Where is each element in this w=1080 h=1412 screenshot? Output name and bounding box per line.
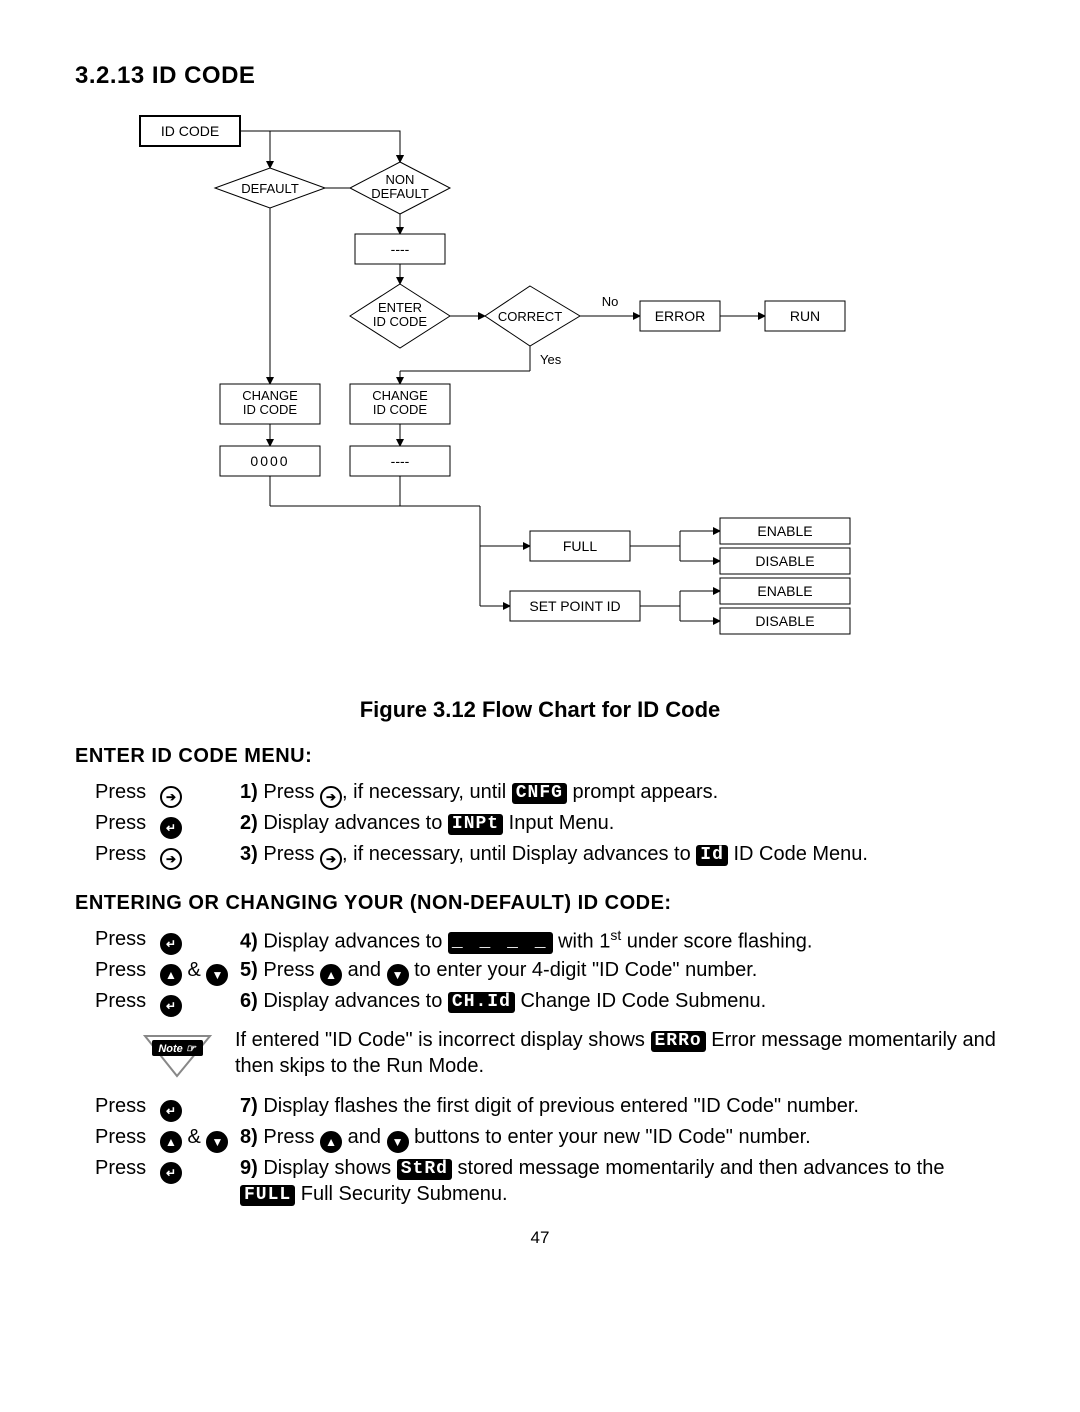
svg-text:----: ----: [391, 241, 410, 257]
note-block: Note ☞ If entered "ID Code" is incorrect…: [95, 1027, 1005, 1079]
svg-text:0000: 0000: [250, 453, 289, 469]
enter-icon: ↵: [160, 817, 182, 839]
menu-icon: ➔: [160, 848, 182, 870]
flowchart-svg: ID CODE DEFAULT NON DEFAULT ---- ENTER I…: [100, 106, 950, 686]
lcd-cnfg: CNFG: [512, 783, 567, 805]
steps-block-2: Press ↵ 4) Display advances to _ _ _ _ w…: [95, 926, 1005, 1207]
down-icon: ▼: [387, 1131, 409, 1153]
lcd-erro: ERRo: [651, 1031, 706, 1053]
svg-text:RUN: RUN: [790, 308, 820, 324]
lcd-full: FULL: [240, 1185, 295, 1207]
step-3: 3) Press ➔, if necessary, until Display …: [240, 841, 1005, 870]
step-7: 7) Display flashes the first digit of pr…: [240, 1093, 1005, 1119]
up-icon: ▲: [320, 1131, 342, 1153]
enter-icon: ↵: [160, 1100, 182, 1122]
note-icon: Note ☞: [140, 1031, 215, 1079]
svg-text:ID CODE: ID CODE: [373, 402, 428, 417]
svg-text:DISABLE: DISABLE: [755, 613, 814, 629]
step-6: 6) Display advances to CH.Id Change ID C…: [240, 988, 1005, 1014]
step-1: 1) Press ➔, if necessary, until CNFG pro…: [240, 779, 1005, 808]
section-title: 3.2.13 ID CODE: [75, 60, 1005, 91]
lcd-chid: CH.Id: [448, 992, 515, 1014]
svg-text:CHANGE: CHANGE: [372, 388, 428, 403]
page-number: 47: [75, 1227, 1005, 1249]
svg-text:NON: NON: [386, 172, 415, 187]
press-label: Press: [95, 957, 160, 983]
step-8: 8) Press ▲ and ▼ buttons to enter your n…: [240, 1124, 1005, 1153]
svg-text:DEFAULT: DEFAULT: [371, 186, 429, 201]
menu-icon: ➔: [160, 786, 182, 808]
svg-text:ID CODE: ID CODE: [373, 314, 428, 329]
press-label: Press: [95, 779, 160, 805]
step-2: 2) Display advances to INPt Input Menu.: [240, 810, 1005, 836]
svg-text:DISABLE: DISABLE: [755, 553, 814, 569]
svg-text:DEFAULT: DEFAULT: [241, 181, 299, 196]
svg-text:CHANGE: CHANGE: [242, 388, 298, 403]
svg-text:Yes: Yes: [540, 352, 562, 367]
lcd-inpt: INPt: [448, 814, 503, 836]
svg-text:ID CODE: ID CODE: [161, 123, 219, 139]
step-9: 9) Display shows StRd stored message mom…: [240, 1155, 1005, 1207]
subheading-changing: ENTERING OR CHANGING YOUR (NON-DEFAULT) …: [75, 890, 1005, 916]
svg-text:ENABLE: ENABLE: [757, 583, 812, 599]
steps-block-1: Press ➔ 1) Press ➔, if necessary, until …: [95, 779, 1005, 870]
up-icon: ▲: [160, 964, 182, 986]
press-label: Press: [95, 1093, 160, 1119]
svg-text:FULL: FULL: [563, 538, 597, 554]
down-icon: ▼: [206, 1131, 228, 1153]
svg-text:----: ----: [391, 453, 410, 469]
step-5: 5) Press ▲ and ▼ to enter your 4-digit "…: [240, 957, 1005, 986]
svg-text:ENTER: ENTER: [378, 300, 422, 315]
down-icon: ▼: [387, 964, 409, 986]
figure-caption: Figure 3.12 Flow Chart for ID Code: [75, 696, 1005, 725]
press-label: Press: [95, 810, 160, 836]
up-icon: ▲: [320, 964, 342, 986]
subheading-enter-menu: ENTER ID CODE MENU:: [75, 743, 1005, 769]
lcd-strd: StRd: [397, 1159, 452, 1181]
enter-icon: ↵: [160, 995, 182, 1017]
flowchart: ID CODE DEFAULT NON DEFAULT ---- ENTER I…: [100, 106, 950, 686]
menu-icon: ➔: [320, 848, 342, 870]
svg-text:Note ☞: Note ☞: [158, 1043, 197, 1055]
press-label: Press: [95, 926, 160, 952]
press-label: Press: [95, 1155, 160, 1181]
down-icon: ▼: [206, 964, 228, 986]
svg-text:ID CODE: ID CODE: [243, 402, 298, 417]
enter-icon: ↵: [160, 933, 182, 955]
note-text: If entered "ID Code" is incorrect displa…: [235, 1027, 1005, 1079]
svg-text:No: No: [602, 294, 619, 309]
enter-icon: ↵: [160, 1162, 182, 1184]
svg-text:ENABLE: ENABLE: [757, 523, 812, 539]
lcd-id: Id: [696, 845, 728, 867]
lcd-blank: _ _ _ _: [448, 932, 553, 954]
press-label: Press: [95, 841, 160, 867]
svg-text:SET POINT ID: SET POINT ID: [529, 598, 620, 614]
press-label: Press: [95, 1124, 160, 1150]
up-icon: ▲: [160, 1131, 182, 1153]
menu-icon: ➔: [320, 786, 342, 808]
step-4: 4) Display advances to _ _ _ _ with 1st …: [240, 926, 1005, 955]
press-label: Press: [95, 988, 160, 1014]
svg-text:CORRECT: CORRECT: [498, 309, 562, 324]
svg-text:ERROR: ERROR: [655, 308, 706, 324]
